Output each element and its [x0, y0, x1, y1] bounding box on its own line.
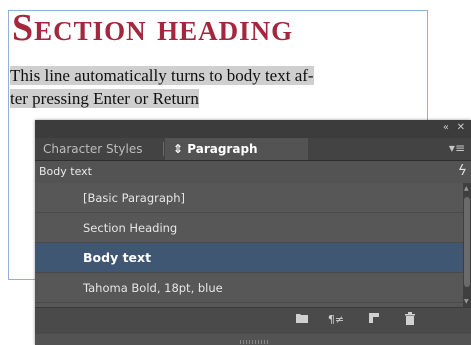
style-list: [Basic Paragraph] Section Heading Body t…	[35, 183, 463, 307]
current-style-row: Body text ϟ	[35, 161, 471, 184]
style-item-basic-paragraph[interactable]: [Basic Paragraph]	[35, 183, 463, 213]
scroll-thumb[interactable]	[464, 197, 470, 287]
collapse-icon[interactable]: «	[443, 122, 449, 133]
resize-grip[interactable]	[240, 340, 270, 344]
panel-tabs: Character Styles ⇕ Paragraph Styles ▾≡	[35, 138, 471, 178]
lightning-icon[interactable]: ϟ	[458, 163, 467, 179]
panel-title-bar[interactable]: « ✕	[35, 120, 471, 138]
clear-overrides-icon[interactable]: ¶≠	[327, 312, 345, 328]
tab-paragraph-styles[interactable]: ⇕ Paragraph Styles	[165, 138, 308, 178]
up-down-arrows-icon: ⇕	[173, 142, 184, 156]
body-text-paragraph[interactable]: This line automatically turns to body te…	[10, 64, 430, 110]
body-text-line-1: This line automatically turns to body te…	[10, 66, 314, 85]
scroll-down-icon[interactable]: ▼	[464, 298, 469, 305]
scroll-up-icon[interactable]: ▲	[464, 185, 469, 192]
style-item-tahoma-bold[interactable]: Tahoma Bold, 18pt, blue	[35, 273, 463, 303]
new-style-icon[interactable]	[365, 312, 383, 328]
panel-menu-icon[interactable]: ▾≡	[449, 141, 465, 155]
panel-toolbar: ¶≠	[35, 307, 471, 334]
tab-divider	[163, 142, 164, 156]
folder-icon[interactable]	[293, 312, 311, 328]
paragraph-styles-panel: « ✕ Character Styles ⇕ Paragraph Styles …	[35, 120, 471, 345]
current-style-label: Body text	[39, 165, 92, 178]
close-icon[interactable]: ✕	[457, 122, 465, 133]
body-text-line-2: ter pressing Enter or Return	[10, 89, 199, 108]
trash-icon[interactable]	[401, 312, 419, 328]
style-list-scrollbar[interactable]: ▲ ▼	[463, 183, 471, 307]
tab-character-styles[interactable]: Character Styles	[35, 138, 165, 160]
style-item-section-heading[interactable]: Section Heading	[35, 213, 463, 243]
section-heading-text[interactable]: Section heading	[12, 8, 293, 48]
style-item-body-text[interactable]: Body text	[35, 243, 463, 273]
